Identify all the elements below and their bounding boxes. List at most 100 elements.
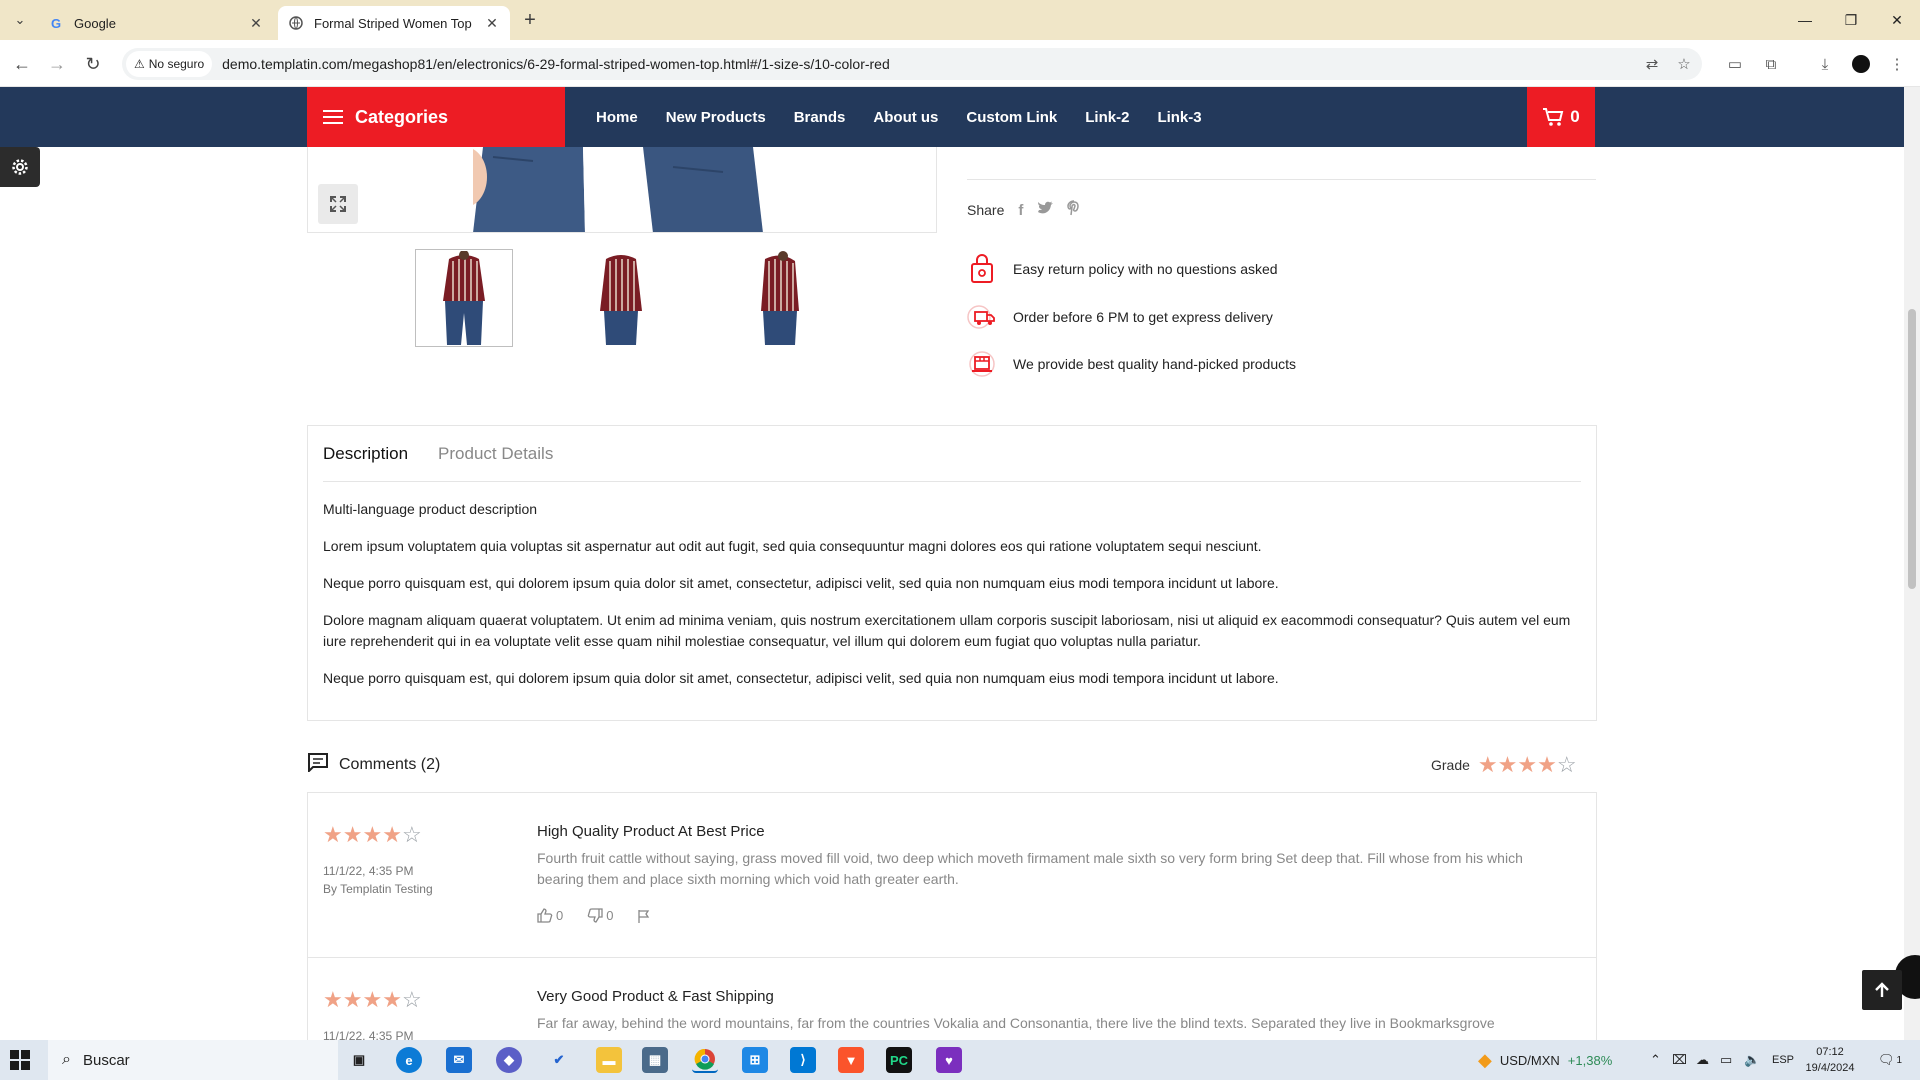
description-tabs: Description Product Details [323,426,1581,482]
product-thumbnail-2[interactable] [572,249,670,347]
onedrive-icon[interactable]: ☁ [1696,1040,1709,1080]
download-icon[interactable]: ⤓ [1812,51,1838,77]
menu-brands[interactable]: Brands [794,109,846,126]
cart-button[interactable]: 0 [1527,87,1595,147]
brave-icon[interactable]: ▼ [838,1047,864,1073]
windows-start-icon[interactable] [10,1050,30,1070]
tray-chevron-icon[interactable]: ⌃ [1650,1040,1661,1080]
address-bar[interactable]: ⚠ No seguro demo.templatin.com/megashop8… [122,48,1702,80]
review-title: High Quality Product At Best Price [537,823,765,840]
scroll-to-top-button[interactable] [1862,970,1902,1010]
categories-button[interactable]: Categories [307,87,565,147]
thumbs-up-icon [537,908,553,923]
task-view-icon[interactable]: ▣ [346,1047,372,1073]
tab-description[interactable]: Description [323,444,408,464]
star-empty-icon: ☆ [401,987,422,1012]
mail-icon[interactable]: ✉ [446,1047,472,1073]
tray-usb-icon[interactable]: ⌧ [1672,1040,1687,1080]
tab-search-chevron-icon[interactable]: ⌄ [8,8,32,32]
windows-taskbar: ⌕ Buscar ▣ e ✉ ◆ ✔ ▬ ▦ ⊞ ⟩ ▼ PC ♥ ◆ USD/… [0,1040,1920,1080]
visual-studio-icon[interactable]: ♥ [936,1047,962,1073]
feature-text: Easy return policy with no questions ask… [1013,261,1278,277]
star-icon: ★ [1497,752,1518,777]
product-thumbnail-3[interactable] [729,249,827,347]
bookmark-star-icon[interactable]: ☆ [1672,52,1696,76]
facebook-icon[interactable]: f [1018,202,1023,219]
clock[interactable]: 07:12 19/4/2024 [1800,1044,1860,1076]
close-tab-icon[interactable]: ✕ [484,15,500,32]
main-menu: Home New Products Brands About us Custom… [582,87,1216,147]
volume-icon[interactable]: 🔈 [1744,1040,1760,1080]
star-icon: ★ [323,822,343,847]
product-image-jeans [473,147,763,232]
translate-icon[interactable]: ⇄ [1640,52,1664,76]
product-thumbnail-1[interactable] [415,249,513,347]
minimize-icon[interactable]: — [1782,0,1828,40]
copilot-icon[interactable]: ◆ [496,1047,522,1073]
cast-icon[interactable]: ▭ [1722,51,1748,77]
feature-text: Order before 6 PM to get express deliver… [1013,309,1273,325]
restore-icon[interactable]: ❐ [1828,0,1874,40]
menu-link-2[interactable]: Link-2 [1085,109,1129,126]
chrome-icon[interactable] [692,1047,718,1073]
dislike-button[interactable]: 0 [587,908,625,923]
clock-date: 19/4/2024 [1805,1062,1855,1074]
arrow-up-icon [1875,982,1889,997]
forward-arrow-icon[interactable]: → [44,51,70,77]
pycharm-icon[interactable]: PC [886,1047,912,1073]
page-scrollbar[interactable] [1904,87,1920,1040]
star-icon: ★ [323,987,343,1012]
comments-title: Comments (2) [339,755,441,773]
close-tab-icon[interactable]: ✕ [248,15,264,32]
menu-link-3[interactable]: Link-3 [1157,109,1201,126]
store-icon[interactable]: ⊞ [742,1047,768,1073]
close-window-icon[interactable]: ✕ [1874,0,1920,40]
tab-product-details[interactable]: Product Details [438,444,553,464]
new-tab-plus-icon[interactable]: + [518,8,542,32]
taskbar-search[interactable]: ⌕ Buscar [48,1040,338,1080]
product-main-image[interactable] [307,147,937,233]
file-explorer-icon[interactable]: ▬ [596,1047,622,1073]
grade-summary: Grade ★ ★ ★ ★ ☆ [1431,754,1577,776]
menu-home[interactable]: Home [596,109,638,126]
network-icon[interactable]: ▭ [1720,1040,1732,1080]
notifications-button[interactable]: 🗨 1 [1878,1040,1902,1080]
cart-icon [1543,108,1564,126]
menu-new-products[interactable]: New Products [666,109,766,126]
review-text: Far far away, behind the word mountains,… [537,1015,1495,1031]
security-chip[interactable]: ⚠ No seguro [126,51,213,77]
currency-widget[interactable]: ◆ USD/MXN +1,38% [1478,1040,1612,1080]
notification-icon: 🗨 [1878,1052,1895,1067]
currency-change: +1,38% [1567,1052,1613,1068]
photos-icon[interactable]: ▦ [642,1047,668,1073]
back-arrow-icon[interactable]: ← [9,51,35,77]
feature-text: We provide best quality hand-picked prod… [1013,356,1297,372]
pinterest-icon[interactable] [1067,200,1081,220]
scrollbar-thumb[interactable] [1908,309,1916,589]
extensions-puzzle-icon[interactable]: ⧉ [1758,51,1784,77]
vscode-icon[interactable]: ⟩ [790,1047,816,1073]
like-button[interactable]: 0 [537,908,575,923]
language-indicator[interactable]: ESP [1772,1040,1794,1080]
fullscreen-expand-icon[interactable] [318,184,358,224]
review-date: 11/1/22, 4:35 PM [323,864,414,878]
tab-google[interactable]: G Google ✕ [38,6,274,40]
description-paragraph: Dolore magnam aliquam quaerat voluptatem… [323,612,1571,649]
tab-product[interactable]: Formal Striped Women Top ✕ [278,6,510,40]
reload-icon[interactable]: ↻ [80,51,106,77]
menu-kebab-icon[interactable]: ⋮ [1884,51,1910,77]
security-label: No seguro [148,57,205,71]
url-text[interactable]: demo.templatin.com/megashop81/en/electro… [222,56,890,72]
report-flag-icon[interactable] [637,909,651,923]
todo-check-icon[interactable]: ✔ [546,1047,572,1073]
menu-custom-link[interactable]: Custom Link [966,109,1057,126]
settings-gear-icon[interactable] [0,147,40,187]
star-icon: ★ [342,822,363,847]
quality-box-icon [967,349,997,379]
profile-avatar[interactable] [1852,55,1870,73]
star-icon: ★ [342,987,363,1012]
edge-icon[interactable]: e [396,1047,422,1073]
currency-widget-icon: ◆ [1478,1049,1492,1070]
twitter-icon[interactable] [1037,201,1054,219]
menu-about-us[interactable]: About us [873,109,938,126]
